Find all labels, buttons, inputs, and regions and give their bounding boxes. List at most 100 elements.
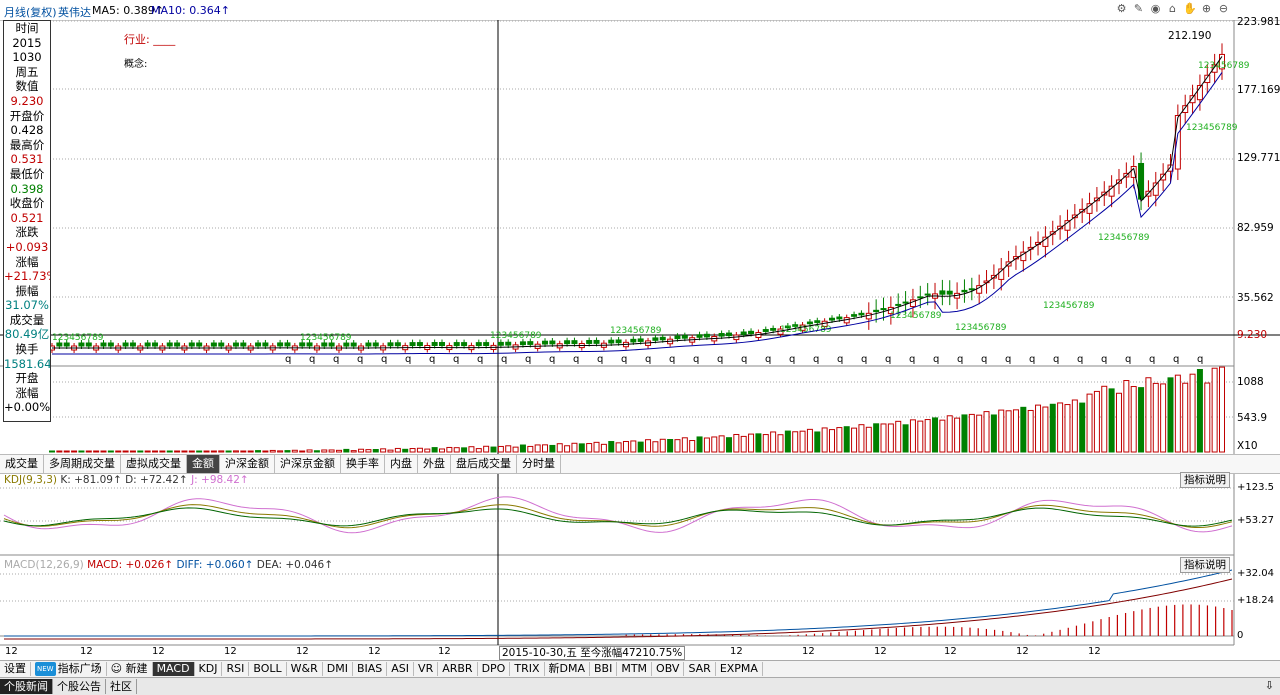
- volume-bar: [409, 448, 416, 453]
- signal-marker: q: [333, 354, 339, 365]
- macd-name[interactable]: MACD(12,26,9): [4, 559, 84, 571]
- volume-tab[interactable]: 金额: [187, 455, 220, 473]
- indicator-button[interactable]: RSI: [222, 662, 250, 676]
- signal-marker: q: [693, 354, 699, 365]
- indicator-button[interactable]: MACD: [152, 662, 195, 676]
- candle-body: [608, 339, 615, 344]
- indicator-button[interactable]: DPO: [478, 662, 511, 676]
- volume-bar: [1035, 404, 1042, 453]
- bottom-tab[interactable]: 个股新闻: [0, 679, 53, 694]
- volume-bar: [424, 448, 431, 453]
- last-price-label: 212.190: [1168, 30, 1212, 42]
- volume-bar: [129, 450, 136, 453]
- volume-bar: [490, 446, 497, 453]
- volume-bar: [946, 415, 953, 453]
- candle-body: [836, 316, 843, 320]
- volume-bar: [350, 450, 357, 453]
- volume-bar: [799, 430, 806, 453]
- indicator-button[interactable]: MTM: [617, 662, 653, 676]
- kdj-explain-button[interactable]: 指标说明: [1180, 472, 1230, 488]
- volume-tab[interactable]: 多周期成交量: [44, 455, 121, 473]
- indicator-button[interactable]: BIAS: [353, 662, 388, 676]
- candle-body: [674, 335, 681, 340]
- macd-tick-label: +32.04: [1237, 568, 1275, 579]
- volume-tick-label: 1088: [1237, 376, 1264, 388]
- volume-bar: [446, 446, 453, 453]
- signal-marker: q: [549, 354, 555, 365]
- indicator-button[interactable]: EXPMA: [716, 662, 763, 676]
- info-row: 1030: [12, 50, 42, 65]
- volume-bar: [917, 420, 924, 453]
- candle-body: [277, 342, 284, 347]
- signal-marker: q: [861, 354, 867, 365]
- candle-body: [299, 342, 306, 347]
- volume-bar: [166, 450, 173, 453]
- indicator-button[interactable]: OBV: [652, 662, 685, 676]
- kdj-name[interactable]: KDJ(9,3,3): [4, 474, 57, 486]
- candle-body: [939, 290, 946, 295]
- volume-bar: [909, 419, 916, 453]
- indicator-button[interactable]: 新DMA: [545, 662, 590, 676]
- volume-tab[interactable]: 盘后成交量: [451, 455, 517, 473]
- new-indicator-button[interactable]: ☺ 新建: [107, 662, 153, 676]
- indicator-button[interactable]: BBI: [590, 662, 618, 676]
- indicator-button[interactable]: BOLL: [249, 662, 287, 676]
- candle-body: [615, 339, 622, 344]
- candle-body: [416, 342, 423, 347]
- signal-marker: q: [525, 354, 531, 365]
- volume-bar: [689, 440, 696, 453]
- kdj-d-line: [3, 507, 1233, 527]
- volume-tab[interactable]: 虚拟成交量: [121, 455, 187, 473]
- candle-body: [946, 290, 953, 295]
- signal-marker: q: [1053, 354, 1059, 365]
- volume-bar: [1182, 382, 1189, 453]
- candle-body: [255, 342, 262, 347]
- industry-label[interactable]: 行业: ____: [124, 31, 175, 47]
- volume-bar: [1012, 409, 1019, 453]
- indicator-button[interactable]: DMI: [323, 662, 353, 676]
- volume-bar: [593, 441, 600, 453]
- volume-bar: [542, 444, 549, 453]
- volume-bar: [630, 440, 637, 453]
- volume-tab[interactable]: 沪深京金额: [275, 455, 341, 473]
- indicator-button[interactable]: SAR: [684, 662, 716, 676]
- volume-bar: [608, 441, 615, 453]
- indicator-button[interactable]: TRIX: [510, 662, 545, 676]
- bottom-tab[interactable]: 社区: [106, 679, 137, 694]
- indicator-button[interactable]: W&R: [287, 662, 323, 676]
- macd-explain-button[interactable]: 指标说明: [1180, 557, 1230, 573]
- candle-body: [166, 342, 173, 347]
- indicator-button[interactable]: VR: [414, 662, 439, 676]
- volume-bar: [299, 450, 306, 453]
- indicator-button[interactable]: ASI: [387, 662, 415, 676]
- volume-bar: [188, 450, 195, 453]
- indicator-square-button[interactable]: NEW 指标广场: [31, 662, 107, 676]
- download-icon[interactable]: ⇩: [1265, 679, 1274, 692]
- candle-body: [1160, 173, 1167, 181]
- kdj-tick-label: +53.27: [1237, 515, 1275, 526]
- indicator-button[interactable]: ARBR: [438, 662, 478, 676]
- volume-tab[interactable]: 成交量: [0, 455, 44, 473]
- volume-bar: [711, 436, 718, 453]
- info-row: 换手: [15, 342, 39, 357]
- sequence-number: 123456789: [490, 331, 542, 341]
- concept-label[interactable]: 概念:: [124, 55, 147, 70]
- signal-marker: q: [1005, 354, 1011, 365]
- kdj-k: K: +81.09↑: [60, 474, 122, 486]
- volume-bar: [578, 443, 585, 453]
- indicator-button[interactable]: 设置: [0, 662, 31, 676]
- volume-bar: [902, 424, 909, 453]
- date-tick-label: 12: [438, 646, 451, 657]
- volume-bar: [586, 443, 593, 453]
- volume-tab[interactable]: 外盘: [418, 455, 451, 473]
- bottom-tab[interactable]: 个股公告: [53, 679, 106, 694]
- volume-tab[interactable]: 内盘: [385, 455, 418, 473]
- volume-tab[interactable]: 换手率: [341, 455, 385, 473]
- indicator-button[interactable]: KDJ: [195, 662, 223, 676]
- signal-marker: q: [909, 354, 915, 365]
- volume-bar: [505, 445, 512, 453]
- volume-tab[interactable]: 沪深金额: [220, 455, 275, 473]
- candle-body: [196, 342, 203, 347]
- volume-tab[interactable]: 分时量: [517, 455, 561, 473]
- price-tick-label: 35.562: [1237, 292, 1274, 304]
